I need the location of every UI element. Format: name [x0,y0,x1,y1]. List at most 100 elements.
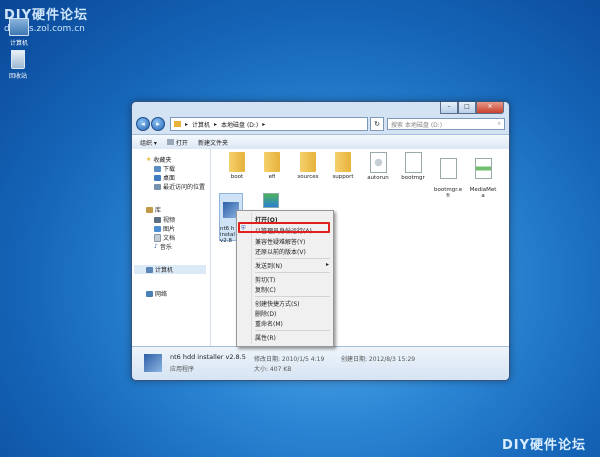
documents-icon [154,233,161,242]
menu-item-create-shortcut[interactable]: 创建快捷方式(S) [255,299,300,308]
minimize-button[interactable]: – [440,102,458,114]
computer-icon [146,266,153,273]
sidebar-item-video[interactable]: 视频 [154,215,175,224]
sidebar-label: 文档 [163,235,176,242]
details-size: 大小: 407 KB [254,366,292,373]
sidebar-item-network[interactable]: 网络 [146,289,167,298]
open-label: 打开 [175,139,188,147]
sidebar-item-music[interactable]: ♪ 音乐 [154,242,172,251]
network-icon [146,290,153,297]
new-folder-button[interactable]: 新建文件夹 [198,138,228,147]
sidebar-label: 图片 [163,226,176,233]
close-button[interactable]: ✕ [476,102,504,114]
file-label: support [332,174,354,180]
command-bar: 组织 ▾ 打开 新建文件夹 [132,134,509,150]
file-label: efi [268,174,276,180]
recent-places-icon [154,183,161,190]
details-modified: 修改日期: 2010/1/5 4:19 [254,356,325,363]
sidebar-label: 网络 [155,291,168,298]
back-button[interactable]: ◂ [136,117,150,131]
download-icon [154,165,161,172]
file-item-boot[interactable]: boot [223,152,251,180]
window-controls: – □ ✕ [440,102,504,114]
menu-item-properties[interactable]: 属性(R) [255,333,276,342]
file-item-autorun[interactable]: autorun [364,152,392,181]
highlight-box [238,222,330,233]
address-bar[interactable]: ▸ 计算机 ▸ 本地磁盘 (D:) ▸ [170,117,368,131]
file-label: boot [230,174,244,180]
recycle-bin-icon [11,50,25,69]
media-file-icon [474,158,492,179]
file-label: bootmgr [401,175,425,181]
desktop-icon-label: 计算机 [9,40,28,47]
sidebar-item-download[interactable]: 下载 [154,164,175,173]
file-item-bootmgr[interactable]: bootmgr [399,152,427,181]
file-label: bootmgr.e fi [434,187,463,199]
sidebar-label: 最近访问的位置 [163,184,206,191]
folder-icon [264,152,280,172]
sidebar-label: 桌面 [163,175,176,182]
sidebar-item-recent[interactable]: 最近访问的位置 [154,182,205,191]
breadcrumb-computer[interactable]: 计算机 [192,120,210,129]
details-created: 创建日期: 2012/8/3 15:29 [341,356,416,363]
settings-file-icon [369,152,387,173]
search-input[interactable]: 搜索 本地磁盘 (D:) ⌕ [387,118,505,130]
sidebar-item-desktop[interactable]: 桌面 [154,173,175,182]
menu-item-cut[interactable]: 剪切(T) [255,275,275,284]
sidebar-label: 收藏夹 [153,157,172,164]
desktop-icon-computer[interactable]: 计算机 [1,18,37,47]
sidebar-item-computer[interactable]: 计算机 [134,265,206,274]
menu-item-delete[interactable]: 删除(D) [255,309,276,318]
menu-item-copy[interactable]: 复制(C) [255,285,276,294]
details-pane: nt6 hdd installer v2.8.5 应用程序 修改日期: 2010… [132,346,509,380]
menu-item-restore-versions[interactable]: 还原以前的版本(V) [255,247,306,256]
pictures-icon [154,225,161,232]
selected-file-icon [144,354,162,372]
watermark-bottom: DIY硬件论坛 [501,438,586,453]
open-icon [166,139,174,145]
desktop-icon-recycle-bin[interactable]: 回收站 [0,50,36,80]
maximize-button[interactable]: □ [458,102,476,114]
menu-separator [255,296,330,297]
file-item-bootmgr-efi[interactable]: bootmgr.e fi [434,152,462,199]
sidebar-item-documents[interactable]: 文档 [154,233,175,242]
file-item-image[interactable] [257,193,285,208]
sidebar-item-library[interactable]: 库 [146,205,161,214]
submenu-arrow-icon: ▸ [325,261,329,268]
file-item-support[interactable]: support [329,152,357,180]
breadcrumb-drive[interactable]: 本地磁盘 (D:) [221,120,258,129]
folder-icon [229,152,245,172]
folder-icon [300,152,316,172]
sidebar-label: 视频 [163,217,176,224]
file-item-sources[interactable]: sources [294,152,322,180]
library-icon [146,206,153,213]
menu-separator [255,272,330,273]
sidebar-item-pictures[interactable]: 图片 [154,224,175,233]
sidebar-label: 库 [155,207,162,214]
sidebar-item-favorites[interactable]: ★ 收藏夹 [146,155,171,164]
file-label: MediaMet a [469,187,497,199]
menu-separator [255,258,330,259]
navigation-pane: ★ 收藏夹 下载 桌面 最近访问的位置 库 视频 图片 文档 ♪ 音乐 计算机 … [132,149,211,346]
menu-item-send-to[interactable]: 发送到(N) [255,261,282,270]
search-placeholder: 搜索 本地磁盘 (D:) [391,121,443,129]
file-item-mediameta[interactable]: MediaMet a [469,152,497,199]
menu-item-troubleshoot-compat[interactable]: 兼容性疑难解答(Y) [255,237,305,246]
forward-button[interactable]: ▸ [151,117,165,131]
file-icon [404,152,422,173]
sidebar-label: 计算机 [155,267,174,274]
open-button[interactable]: 打开 [166,138,188,147]
music-icon: ♪ [154,243,158,250]
desktop-icon [154,174,161,181]
search-icon: ⌕ [497,120,501,127]
folder-icon [174,121,181,127]
navigation-bar: ◂ ▸ ▸ 计算机 ▸ 本地磁盘 (D:) ▸ ↻ 搜索 本地磁盘 (D:) ⌕ [136,116,505,132]
file-label: autorun [367,175,389,181]
folder-icon [335,152,351,172]
menu-item-rename[interactable]: 重命名(M) [255,319,283,328]
sidebar-label: 下载 [163,166,176,173]
file-item-efi[interactable]: efi [258,152,286,180]
desktop-icon-label: 回收站 [8,73,27,80]
refresh-button[interactable]: ↻ [370,117,384,131]
organize-button[interactable]: 组织 ▾ [140,138,157,147]
